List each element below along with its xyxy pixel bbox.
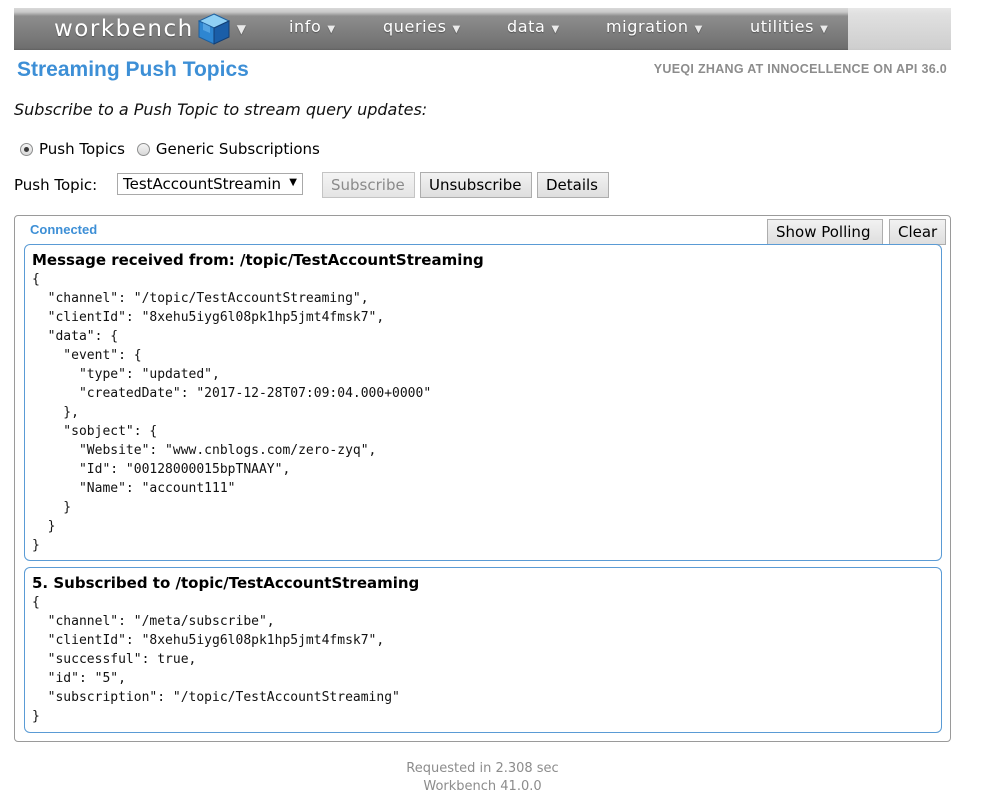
subscription-type-group: Push Topics Generic Subscriptions	[20, 140, 332, 158]
message-body: { "channel": "/topic/TestAccountStreamin…	[32, 272, 432, 553]
clear-button[interactable]: Clear	[889, 219, 946, 245]
chevron-down-icon: ▼	[327, 24, 336, 35]
nav-menu-data[interactable]: data ▼	[507, 17, 560, 39]
message-body: { "channel": "/meta/subscribe", "clientI…	[32, 595, 400, 724]
footer: Requested in 2.308 sec Workbench 41.0.0	[14, 760, 951, 796]
push-topic-label: Push Topic:	[14, 176, 98, 194]
stream-message: Message received from: /topic/TestAccoun…	[24, 244, 942, 561]
unsubscribe-button[interactable]: Unsubscribe	[420, 172, 532, 198]
version-label: Workbench 41.0.0	[423, 779, 542, 794]
generic-subscriptions-label[interactable]: Generic Subscriptions	[156, 140, 320, 158]
stream-message: 5. Subscribed to /topic/TestAccountStrea…	[24, 567, 942, 733]
nav-menu-queries[interactable]: queries ▼	[383, 17, 461, 39]
nav-menu-info[interactable]: info ▼	[289, 17, 336, 39]
nav-bar-end	[848, 8, 951, 50]
nav-menu-label: migration	[606, 17, 689, 36]
chevron-down-icon: ▼	[551, 24, 560, 35]
workbench-logo[interactable]: workbench ▼	[54, 13, 248, 45]
chevron-down-icon: ▼	[694, 24, 703, 35]
page-title: Streaming Push Topics	[17, 58, 249, 81]
nav-menu-label: queries	[383, 17, 447, 36]
push-topic-selected-value: TestAccountStreamin	[123, 175, 282, 193]
cube-icon	[197, 13, 230, 45]
nav-menu-label: utilities	[750, 17, 815, 36]
intro-text: Subscribe to a Push Topic to stream quer…	[14, 100, 428, 119]
nav-menu-utilities[interactable]: utilities ▼	[750, 17, 828, 39]
nav-menu-label: data	[507, 17, 546, 36]
brand-name: workbench	[54, 16, 194, 42]
generic-subscriptions-radio[interactable]	[136, 142, 150, 156]
user-info: YUEQI ZHANG AT INNOCELLENCE ON API 36.0	[653, 62, 947, 76]
nav-menu-migration[interactable]: migration ▼	[606, 17, 703, 39]
push-topic-select[interactable]: TestAccountStreamin ▼	[117, 173, 303, 195]
connection-status: Connected	[30, 222, 98, 237]
chevron-down-icon: ▼	[236, 22, 248, 36]
subscribe-button[interactable]: Subscribe	[322, 172, 415, 198]
stream-panel: Connected Show Polling Clear Message rec…	[14, 215, 951, 742]
chevron-down-icon: ▼	[452, 24, 461, 35]
request-timing: Requested in 2.308 sec	[406, 761, 559, 776]
message-title: 5. Subscribed to /topic/TestAccountStrea…	[32, 574, 420, 592]
message-title: Message received from: /topic/TestAccoun…	[32, 251, 484, 269]
dropdown-arrow-icon: ▼	[289, 177, 297, 188]
push-topics-label[interactable]: Push Topics	[39, 140, 125, 158]
nav-menu-label: info	[289, 17, 322, 36]
show-polling-button[interactable]: Show Polling	[767, 219, 883, 245]
top-nav-bar: workbench ▼ info ▼ queries ▼ data ▼ migrati…	[14, 8, 951, 50]
push-topics-radio[interactable]	[20, 142, 33, 156]
details-button[interactable]: Details	[537, 172, 609, 198]
chevron-down-icon: ▼	[820, 24, 829, 35]
